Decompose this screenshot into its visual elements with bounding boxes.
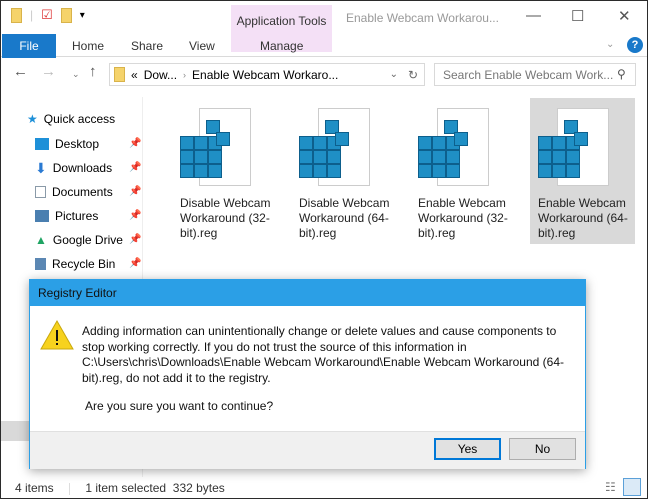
tab-manage[interactable]: Manage	[260, 39, 303, 53]
recent-locations-icon[interactable]: ⌄	[72, 69, 80, 80]
no-button[interactable]: No	[509, 438, 576, 460]
sidebar-item-downloads[interactable]: ⬇ Downloads	[35, 158, 112, 178]
dialog-title: Registry Editor	[30, 280, 585, 306]
maximize-button[interactable]: ☐	[571, 7, 584, 25]
dialog-question: Are you sure you want to continue?	[85, 399, 274, 413]
help-icon[interactable]: ?	[627, 37, 643, 53]
forward-button[interactable]: →	[41, 63, 56, 80]
sidebar-item-label: Google Drive	[52, 233, 123, 247]
file-name: Disable Webcam Workaround (64-bit).reg	[299, 196, 390, 240]
details-view-icon[interactable]: ☷	[605, 480, 616, 494]
file-item[interactable]: Disable Webcam Workaround (32-bit).reg	[172, 98, 277, 244]
yes-button[interactable]: Yes	[434, 438, 501, 460]
sidebar-item-documents[interactable]: Documents	[35, 182, 113, 202]
download-icon: ⬇	[35, 159, 47, 176]
item-count: 4 items	[15, 481, 54, 495]
customize-dropdown-icon[interactable]: ▾	[80, 10, 85, 21]
window-title: Enable Webcam Workarou...	[346, 11, 499, 25]
documents-icon	[35, 186, 46, 198]
sidebar-item-label: Recycle Bin	[52, 257, 116, 271]
registry-cubes-icon	[530, 106, 600, 186]
dialog-footer: Yes No	[30, 431, 585, 469]
minimize-button[interactable]: —	[526, 7, 541, 24]
file-item[interactable]: Enable Webcam Workaround (32-bit).reg	[410, 98, 515, 244]
breadcrumb-overflow[interactable]: «	[131, 68, 138, 82]
file-name: Disable Webcam Workaround (32-bit).reg	[180, 196, 271, 240]
sidebar-item-recycle-bin[interactable]: Recycle Bin	[35, 254, 115, 274]
pin-icon: 📌	[129, 162, 142, 173]
google-drive-icon: ▲	[35, 233, 47, 247]
address-dropdown-icon[interactable]: ⌄	[390, 69, 398, 80]
registry-cubes-icon	[410, 106, 480, 186]
sidebar-selected-item[interactable]	[1, 421, 29, 441]
chevron-right-icon: ›	[183, 69, 187, 80]
context-tab-label: Application Tools	[236, 14, 327, 28]
file-name: Enable Webcam Workaround (32-bit).reg	[418, 196, 508, 240]
breadcrumb-downloads[interactable]: Dow...	[144, 68, 177, 82]
selection-count: 1 item selected	[85, 481, 167, 495]
pin-icon: 📌	[129, 258, 142, 269]
up-button[interactable]: ↑	[89, 63, 97, 80]
recycle-bin-icon	[35, 258, 46, 270]
tab-home[interactable]: Home	[72, 39, 104, 53]
registry-editor-dialog: Registry Editor Adding information can u…	[29, 279, 586, 469]
warning-icon	[40, 320, 74, 350]
properties-icon[interactable]: ☑	[41, 7, 53, 23]
sidebar-item-label: Desktop	[55, 137, 100, 151]
desktop-icon	[35, 138, 49, 150]
sidebar-item-label: Quick access	[43, 112, 116, 126]
folder-icon	[114, 67, 125, 82]
pin-icon: 📌	[129, 210, 142, 221]
expand-ribbon-icon[interactable]: ⌄	[606, 39, 614, 50]
pin-icon: 📌	[129, 186, 142, 197]
refresh-icon[interactable]: ↻	[408, 68, 418, 82]
new-folder-icon[interactable]	[60, 7, 72, 23]
back-button[interactable]: ←	[13, 63, 28, 80]
registry-cubes-icon	[291, 106, 361, 186]
breadcrumb-current[interactable]: Enable Webcam Workaro...	[192, 68, 338, 82]
status-bar: 4 items 1 item selected 332 bytes	[15, 481, 225, 495]
file-item[interactable]: Enable Webcam Workaround (64-bit).reg	[530, 98, 635, 244]
star-icon: ★	[27, 112, 38, 126]
registry-cubes-icon	[172, 106, 242, 186]
close-button[interactable]: ✕	[618, 7, 631, 25]
dialog-message: Adding information can unintentionally c…	[82, 324, 564, 385]
sidebar-item-desktop[interactable]: Desktop	[35, 134, 99, 154]
sidebar-item-pictures[interactable]: Pictures	[35, 206, 98, 226]
pin-icon: 📌	[129, 138, 142, 149]
file-name: Enable Webcam Workaround (64-bit).reg	[538, 196, 628, 240]
pin-icon: 📌	[129, 234, 142, 245]
tab-view[interactable]: View	[189, 39, 215, 53]
folder-icon[interactable]	[11, 7, 22, 23]
tab-file[interactable]: File	[2, 34, 56, 58]
selection-size: 332 bytes	[172, 481, 225, 495]
search-icon: ⚲	[617, 67, 626, 81]
sidebar-item-label: Downloads	[52, 161, 113, 175]
file-item[interactable]: Disable Webcam Workaround (64-bit).reg	[291, 98, 396, 244]
tab-share[interactable]: Share	[131, 39, 163, 53]
sidebar-item-label: Pictures	[55, 209, 99, 223]
search-input[interactable]: Search Enable Webcam Work...	[434, 63, 636, 86]
quick-access-toolbar: | ☑ ▾	[11, 7, 85, 23]
sidebar-item-google-drive[interactable]: ▲ Google Drive	[35, 230, 123, 250]
sidebar-item-label: Documents	[52, 185, 113, 199]
address-bar[interactable]: « Dow... › Enable Webcam Workaro... ⌄ ↻	[109, 63, 425, 86]
pictures-icon	[35, 210, 49, 222]
sidebar-item-quick-access[interactable]: ★ Quick access	[27, 109, 115, 129]
large-icons-view-icon[interactable]	[623, 478, 641, 496]
